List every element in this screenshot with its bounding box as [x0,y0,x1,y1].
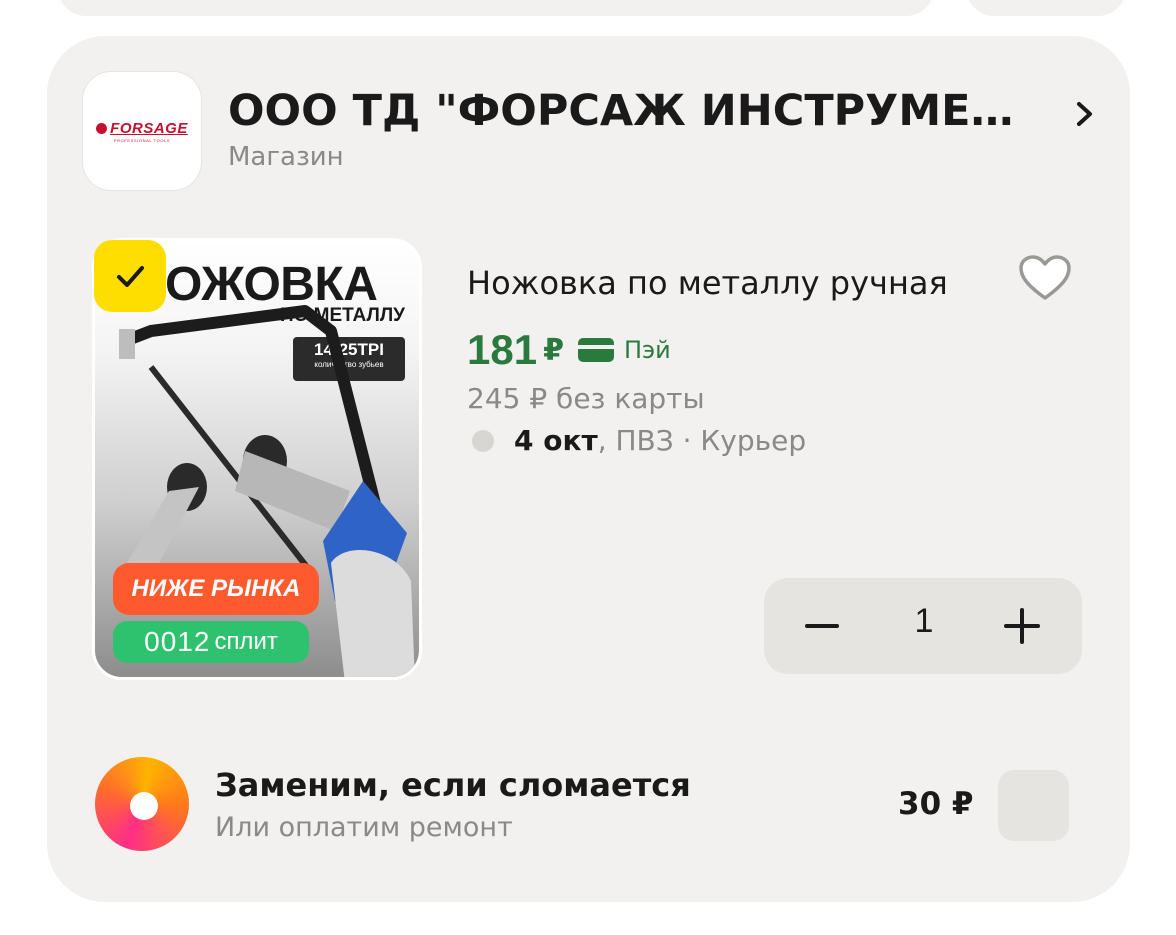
logo-subtext: PROFESSIONAL TOOLS [113,137,171,143]
delivery-date: 4 окт [514,424,598,457]
split-number: 0012 [144,626,211,657]
service-checkbox[interactable] [998,770,1069,841]
delivery-info: 4 окт , ПВЗ · Курьер [472,424,806,457]
price-without-card: 245 ₽ без карты [467,382,705,415]
split-badge: 0012 сплит [113,621,309,663]
price-currency: ₽ [543,332,564,368]
select-checkbox[interactable] [94,240,166,312]
increase-button[interactable] [992,596,1052,656]
product-title[interactable]: Ножовка по металлу ручная [467,264,948,302]
card-icon [577,338,614,362]
store-name[interactable]: ООО ТД "ФОРСАЖ ИНСТРУМЕНТ... [228,86,1048,136]
split-label: сплит [214,628,278,655]
price-row: 181 ₽ Пэй [467,326,671,374]
pay-method-label: Пэй [623,336,671,364]
favorite-button[interactable] [1012,250,1078,306]
quantity-stepper: 1 [764,578,1082,674]
heart-outline-icon [1019,255,1071,300]
store-subtitle: Магазин [228,142,344,172]
below-market-badge: НИЖЕ РЫНКА [113,563,319,615]
decrease-button[interactable] [792,596,852,656]
chevron-right-icon[interactable] [1070,96,1100,132]
previous-card [58,0,934,16]
store-logo[interactable]: FORSAGE PROFESSIONAL TOOLS [83,72,201,190]
forsage-logo: FORSAGE PROFESSIONAL TOOLS [96,120,188,143]
delivery-methods: , ПВЗ · Курьер [597,424,807,457]
minus-icon [805,624,839,628]
previous-card-side [966,0,1126,16]
warranty-service-icon [95,757,189,851]
service-title[interactable]: Заменим, если сломается [215,766,691,804]
service-subtitle: Или оплатим ремонт [215,812,513,843]
service-price: 30 ₽ [898,786,974,822]
price-value: 181 [467,326,538,373]
quantity-value: 1 [914,602,934,640]
delivery-status-dot [472,429,494,452]
check-icon [117,266,144,287]
logo-text: FORSAGE [110,119,188,137]
